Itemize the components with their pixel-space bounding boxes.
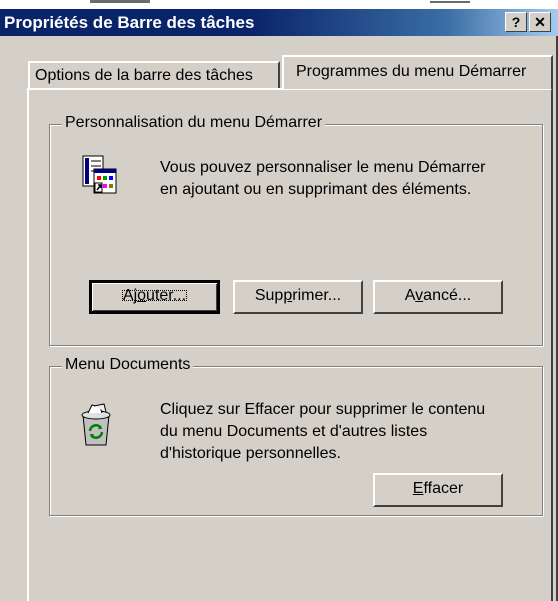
window-title: Propriétés de Barre des tâches xyxy=(4,13,255,32)
start-menu-customize-icon xyxy=(82,155,117,194)
title-bar[interactable]: Propriétés de Barre des tâches ? ✕ xyxy=(0,9,558,36)
tab-taskbar-options[interactable]: Options de la barre des tâches xyxy=(28,61,280,88)
background-strip xyxy=(0,0,558,9)
start-menu-description-line1: Vous pouvez personnaliser le menu Démarr… xyxy=(160,159,486,176)
advanced-button[interactable]: Avancé... xyxy=(373,280,503,314)
start-menu-group-legend: Personnalisation du menu Démarrer xyxy=(62,114,326,132)
documents-description-line2: du menu Documents et d'autres listes xyxy=(160,423,428,440)
remove-button[interactable]: Supprimer... xyxy=(233,280,363,314)
help-button[interactable]: ? xyxy=(505,12,527,32)
recycle-bin-icon xyxy=(81,403,111,446)
start-menu-description-line2: en ajoutant ou en supprimant des élément… xyxy=(160,181,472,198)
documents-group-legend: Menu Documents xyxy=(62,356,194,374)
tab-panel: Personnalisation du menu Démarrer Vous p… xyxy=(27,88,553,601)
documents-description-line3: d'historique personnelles. xyxy=(160,445,341,462)
close-button[interactable]: ✕ xyxy=(529,12,551,32)
documents-menu-group: Menu Documents Cliquez sur Effacer pour … xyxy=(49,356,543,516)
start-menu-customization-group: Personnalisation du menu Démarrer Vous p… xyxy=(49,114,543,346)
clear-button[interactable]: Effacer xyxy=(373,473,503,507)
tab-start-menu-programs[interactable]: Programmes du menu Démarrer xyxy=(282,55,553,89)
documents-description-line1: Cliquez sur Effacer pour supprimer le co… xyxy=(160,401,486,418)
tab-start-menu-programs-label: Programmes du menu Démarrer xyxy=(296,63,527,80)
add-button[interactable]: Ajouter... xyxy=(89,280,220,314)
tab-taskbar-options-label: Options de la barre des tâches xyxy=(35,67,253,84)
